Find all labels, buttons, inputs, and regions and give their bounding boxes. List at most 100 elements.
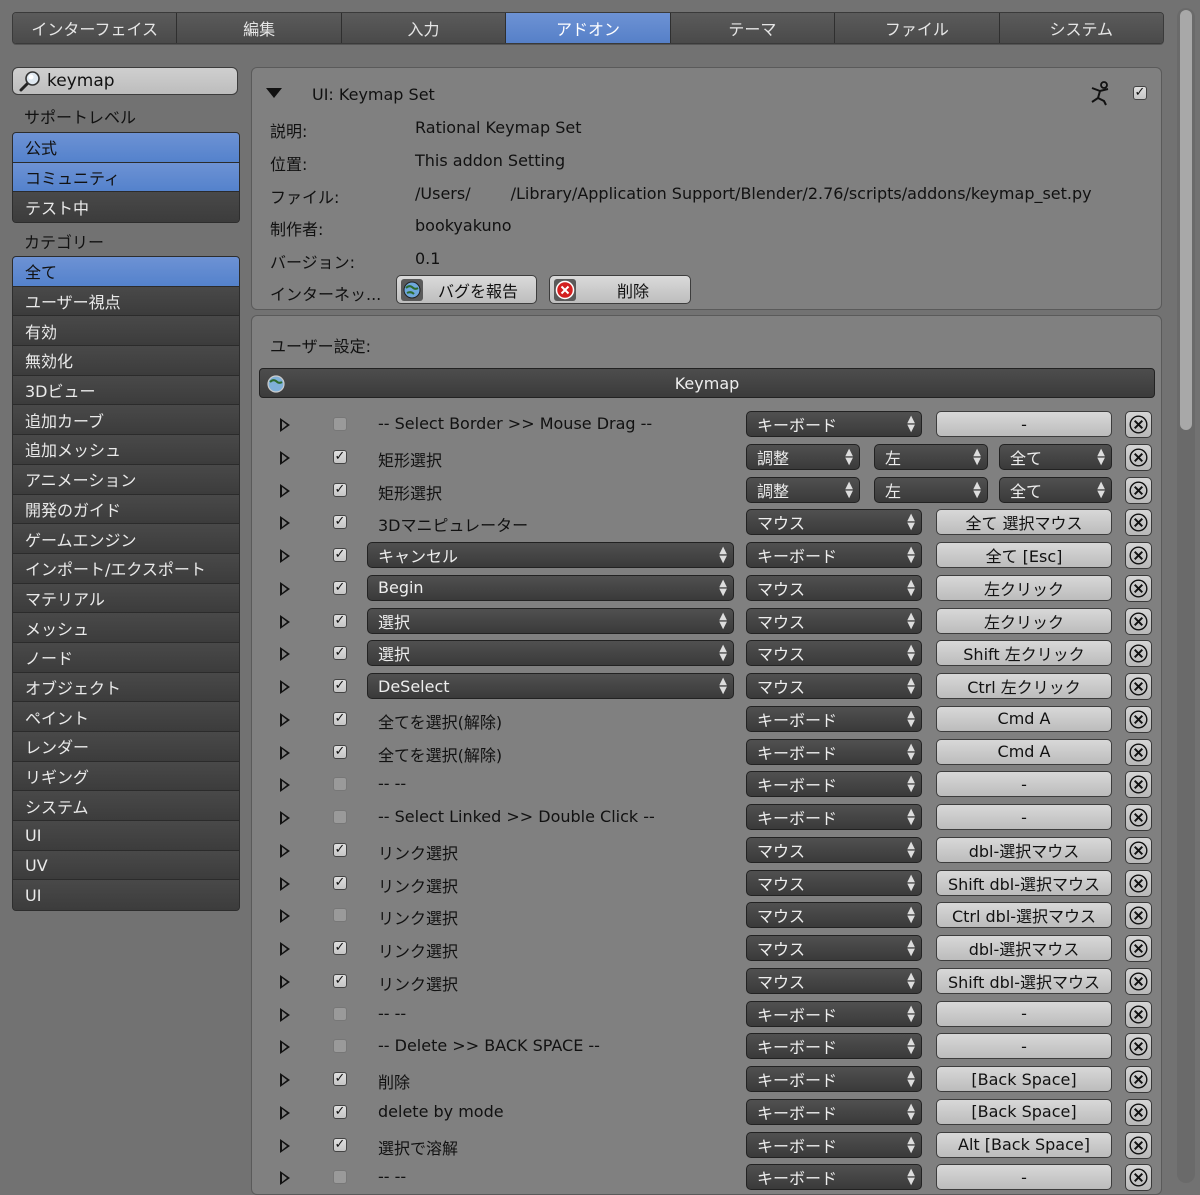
expand-triangle-icon[interactable] — [280, 680, 290, 694]
category-item[interactable]: リギング — [13, 761, 239, 792]
input-type-dropdown[interactable]: キーボード ▲ ▼ — [746, 1033, 922, 1060]
keymap-active-checkbox[interactable] — [333, 1039, 347, 1054]
addon-search-field[interactable]: keymap — [12, 67, 238, 95]
remove-keymap-item-button[interactable] — [1125, 804, 1152, 831]
input-type-dropdown[interactable]: キーボード ▲ ▼ — [746, 771, 922, 798]
expand-triangle-icon[interactable] — [280, 581, 290, 596]
key-binding-button[interactable]: 全て [Esc] — [936, 542, 1112, 568]
expand-triangle-icon[interactable] — [280, 909, 290, 924]
operator-dropdown[interactable]: 選択 ▲ ▼ — [367, 640, 734, 667]
keymap-active-checkbox[interactable]: ✓ — [333, 941, 347, 955]
collapse-triangle-icon[interactable] — [266, 88, 282, 98]
key-binding-button[interactable]: - — [936, 1164, 1112, 1191]
tab-2[interactable]: 入力 — [341, 13, 507, 43]
remove-addon-button[interactable]: 削除 — [549, 275, 691, 304]
expand-triangle-icon[interactable] — [280, 745, 290, 760]
expand-triangle-icon[interactable] — [280, 712, 290, 727]
keymap-active-checkbox[interactable] — [333, 417, 347, 431]
remove-keymap-item-button[interactable] — [1125, 771, 1152, 799]
expand-triangle-icon[interactable] — [280, 811, 290, 825]
category-item[interactable]: オブジェクト — [13, 672, 239, 703]
expand-triangle-icon[interactable] — [280, 942, 290, 956]
category-item[interactable]: 無効化 — [13, 346, 239, 376]
operator-dropdown[interactable]: キャンセル ▲ ▼ — [367, 542, 734, 568]
remove-keymap-item-button[interactable] — [1125, 738, 1152, 766]
category-item[interactable]: ゲームエンジン — [13, 524, 239, 554]
category-item[interactable]: 全て — [13, 257, 239, 287]
input-type-dropdown[interactable]: キーボード ▲ ▼ — [746, 542, 922, 568]
expand-triangle-icon[interactable] — [280, 450, 290, 465]
tab-4[interactable]: テーマ — [670, 13, 836, 43]
keymap-active-checkbox[interactable]: ✓ — [333, 1072, 347, 1086]
key-binding-button[interactable]: Cmd A — [936, 738, 1112, 765]
input-type-dropdown[interactable]: マウス ▲ ▼ — [746, 509, 922, 536]
keymap-active-checkbox[interactable]: ✓ — [333, 875, 347, 890]
key-binding-button[interactable]: Alt [Back Space] — [936, 1131, 1112, 1158]
category-item[interactable]: ユーザー視点 — [13, 286, 239, 317]
tab-1[interactable]: 編集 — [177, 13, 342, 43]
remove-keymap-item-button[interactable] — [1125, 673, 1152, 700]
keymap-active-checkbox[interactable]: ✓ — [333, 711, 347, 726]
input-type-dropdown[interactable]: マウス ▲ ▼ — [746, 607, 922, 634]
remove-keymap-item-button[interactable] — [1125, 1131, 1152, 1159]
expand-triangle-icon[interactable] — [280, 1073, 290, 1087]
key-binding-button[interactable]: Ctrl 左クリック — [936, 673, 1112, 699]
expand-triangle-icon[interactable] — [280, 1040, 290, 1055]
support-level-item[interactable]: テスト中 — [13, 192, 239, 223]
expand-triangle-icon[interactable] — [280, 876, 290, 891]
category-item[interactable]: インポート/エクスポート — [13, 553, 239, 584]
keymap-active-checkbox[interactable]: ✓ — [333, 1104, 347, 1119]
tweak-direction-dropdown[interactable]: 左 ▲ ▼ — [874, 476, 988, 503]
support-level-item[interactable]: コミュニティ — [13, 162, 239, 193]
category-item[interactable]: UV — [13, 850, 239, 881]
remove-keymap-item-button[interactable] — [1125, 705, 1152, 733]
input-type-dropdown[interactable]: マウス ▲ ▼ — [746, 935, 922, 961]
remove-keymap-item-button[interactable] — [1125, 935, 1152, 962]
key-binding-button[interactable]: [Back Space] — [936, 1066, 1112, 1092]
category-item[interactable]: 追加カーブ — [13, 405, 239, 436]
operator-dropdown[interactable]: Begin ▲ ▼ — [367, 574, 734, 601]
keymap-active-checkbox[interactable]: ✓ — [333, 1137, 347, 1152]
expand-triangle-icon[interactable] — [280, 614, 290, 629]
keymap-active-checkbox[interactable]: ✓ — [333, 679, 347, 693]
category-item[interactable]: マテリアル — [13, 583, 239, 614]
keymap-active-checkbox[interactable]: ✓ — [333, 515, 347, 530]
category-item[interactable]: レンダー — [13, 732, 239, 762]
keymap-active-checkbox[interactable]: ✓ — [333, 482, 347, 497]
key-binding-button[interactable]: dbl-選択マウス — [936, 836, 1112, 863]
remove-keymap-item-button[interactable] — [1125, 1164, 1152, 1192]
category-item[interactable]: システム — [13, 791, 239, 822]
key-binding-button[interactable]: Shift dbl-選択マウス — [936, 869, 1112, 896]
remove-keymap-item-button[interactable] — [1125, 542, 1152, 569]
tab-3[interactable]: アドオン — [506, 13, 671, 43]
category-item[interactable]: ノード — [13, 642, 239, 673]
key-binding-button[interactable]: Ctrl dbl-選択マウス — [936, 902, 1112, 929]
category-item[interactable]: 有効 — [13, 316, 239, 347]
expand-triangle-icon[interactable] — [280, 1171, 290, 1186]
expand-triangle-icon[interactable] — [280, 843, 290, 858]
tweak-direction-dropdown[interactable]: 左 ▲ ▼ — [874, 443, 988, 470]
category-item[interactable]: ペイント — [13, 702, 239, 732]
input-type-dropdown[interactable]: キーボード ▲ ▼ — [746, 1098, 922, 1125]
keymap-active-checkbox[interactable]: ✓ — [333, 548, 347, 562]
remove-keymap-item-button[interactable] — [1125, 509, 1152, 537]
key-binding-button[interactable]: - — [936, 1000, 1112, 1027]
remove-keymap-item-button[interactable] — [1125, 1000, 1152, 1028]
support-level-item[interactable]: 公式 — [13, 133, 239, 163]
remove-keymap-item-button[interactable] — [1125, 476, 1152, 504]
input-type-dropdown[interactable]: マウス ▲ ▼ — [746, 836, 922, 863]
remove-keymap-item-button[interactable] — [1125, 1033, 1152, 1061]
keymap-active-checkbox[interactable]: ✓ — [333, 580, 347, 595]
remove-keymap-item-button[interactable] — [1125, 1066, 1152, 1093]
expand-triangle-icon[interactable] — [280, 1105, 290, 1120]
input-type-dropdown[interactable]: キーボード ▲ ▼ — [746, 705, 922, 732]
input-type-dropdown[interactable]: キーボード ▲ ▼ — [746, 1066, 922, 1092]
input-type-dropdown[interactable]: キーボード ▲ ▼ — [746, 1164, 922, 1191]
keymap-active-checkbox[interactable]: ✓ — [333, 613, 347, 628]
remove-keymap-item-button[interactable] — [1125, 869, 1152, 897]
search-input[interactable]: keymap — [47, 71, 115, 91]
scrollbar-thumb[interactable] — [1180, 10, 1192, 430]
category-item[interactable]: 開発のガイド — [13, 494, 239, 525]
key-binding-button[interactable]: dbl-選択マウス — [936, 935, 1112, 961]
remove-keymap-item-button[interactable] — [1125, 574, 1152, 602]
